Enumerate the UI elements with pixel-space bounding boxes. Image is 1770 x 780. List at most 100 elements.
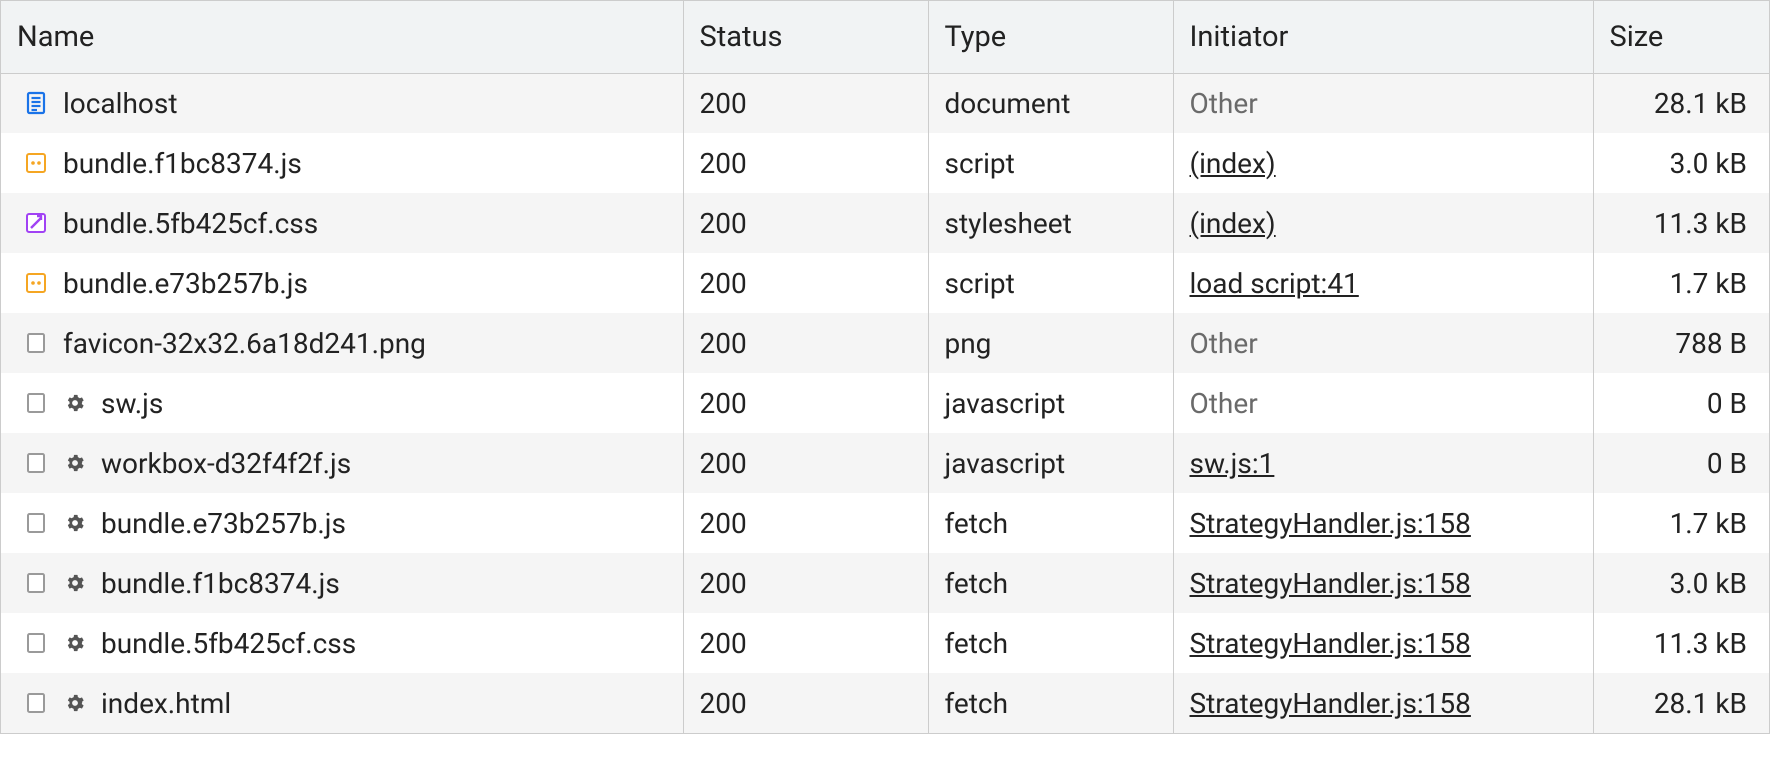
- cell-status: 200: [683, 673, 928, 733]
- table-row[interactable]: index.html200fetch StrategyHandler.js:158…: [1, 673, 1769, 733]
- cell-status: 200: [683, 373, 928, 433]
- generic-file-icon: [23, 330, 49, 356]
- generic-file-icon: [23, 570, 49, 596]
- table-row[interactable]: bundle.e73b257b.js 200fetch StrategyHandle…: [1, 493, 1769, 553]
- cell-initiator[interactable]: (index): [1173, 193, 1593, 253]
- initiator-link[interactable]: (index): [1190, 207, 1276, 240]
- table-row[interactable]: bundle.5fb425cf.css200fetchStrategyHandl…: [1, 613, 1769, 673]
- cell-initiator: Other: [1173, 73, 1593, 133]
- cell-name[interactable]: bundle.5fb425cf.css: [1, 613, 683, 673]
- initiator-link[interactable]: (index): [1190, 147, 1276, 180]
- cell-initiator[interactable]: load script:41: [1173, 253, 1593, 313]
- cell-initiator[interactable]: StrategyHandler.js:158: [1173, 673, 1593, 733]
- table-row[interactable]: workbox-d32f4f2f.js 200javascript sw.js:1 0…: [1, 433, 1769, 493]
- table-header-row: Name Status Type Initiator Size: [1, 1, 1769, 73]
- service-worker-gear-icon: [63, 573, 87, 593]
- cell-type: javascript: [928, 433, 1173, 493]
- cell-initiator[interactable]: sw.js:1: [1173, 433, 1593, 493]
- css-file-icon: [23, 210, 49, 236]
- request-name: bundle.e73b257b.js: [101, 507, 346, 540]
- cell-initiator[interactable]: StrategyHandler.js:158: [1173, 493, 1593, 553]
- cell-initiator[interactable]: StrategyHandler.js:158: [1173, 553, 1593, 613]
- cell-name[interactable]: localhost: [1, 73, 683, 133]
- table-row[interactable]: bundle.e73b257b.js 200script load script:4…: [1, 253, 1769, 313]
- column-header-size[interactable]: Size: [1593, 1, 1769, 73]
- request-name: bundle.5fb425cf.css: [63, 207, 318, 240]
- cell-name[interactable]: sw.js: [1, 373, 683, 433]
- cell-name[interactable]: bundle.e73b257b.js: [1, 253, 683, 313]
- cell-status: 200: [683, 73, 928, 133]
- column-header-type[interactable]: Type: [928, 1, 1173, 73]
- request-name: sw.js: [101, 387, 163, 420]
- cell-size: 1.7 kB: [1593, 253, 1769, 313]
- cell-type: fetch: [928, 493, 1173, 553]
- cell-type: fetch: [928, 553, 1173, 613]
- request-name: favicon-32x32.6a18d241.png: [63, 327, 426, 360]
- js-file-icon: [23, 150, 49, 176]
- cell-size: 0 B: [1593, 433, 1769, 493]
- service-worker-gear-icon: [63, 633, 87, 653]
- generic-file-icon: [23, 630, 49, 656]
- cell-name[interactable]: bundle.e73b257b.js: [1, 493, 683, 553]
- cell-status: 200: [683, 553, 928, 613]
- cell-status: 200: [683, 433, 928, 493]
- table-row[interactable]: bundle.f1bc8374.js 200script (index) 3.0 kB: [1, 133, 1769, 193]
- cell-status: 200: [683, 253, 928, 313]
- request-name: bundle.e73b257b.js: [63, 267, 308, 300]
- cell-name[interactable]: favicon-32x32.6a18d241.png: [1, 313, 683, 373]
- cell-size: 3.0 kB: [1593, 133, 1769, 193]
- table-row[interactable]: favicon-32x32.6a18d241.png200pngOther788…: [1, 313, 1769, 373]
- table-row[interactable]: sw.js 200javascript Other 0 B: [1, 373, 1769, 433]
- initiator-link[interactable]: StrategyHandler.js:158: [1190, 687, 1471, 720]
- column-header-initiator[interactable]: Initiator: [1173, 1, 1593, 73]
- initiator-text: Other: [1190, 387, 1258, 420]
- cell-initiator: Other: [1173, 373, 1593, 433]
- cell-status: 200: [683, 493, 928, 553]
- document-file-icon: [23, 90, 49, 116]
- cell-type: stylesheet: [928, 193, 1173, 253]
- cell-initiator[interactable]: (index): [1173, 133, 1593, 193]
- cell-type: fetch: [928, 673, 1173, 733]
- generic-file-icon: [23, 690, 49, 716]
- cell-name[interactable]: index.html: [1, 673, 683, 733]
- request-name: bundle.5fb425cf.css: [101, 627, 356, 660]
- network-table: Name Status Type Initiator Size localhos…: [1, 1, 1769, 733]
- request-name: localhost: [63, 87, 177, 120]
- table-row[interactable]: bundle.f1bc8374.js200fetch StrategyHandle…: [1, 553, 1769, 613]
- cell-name[interactable]: workbox-d32f4f2f.js: [1, 433, 683, 493]
- table-row[interactable]: bundle.5fb425cf.css200stylesheet(index)1…: [1, 193, 1769, 253]
- initiator-text: Other: [1190, 327, 1258, 360]
- table-row[interactable]: localhost 200document Other 28.1 kB: [1, 73, 1769, 133]
- cell-name[interactable]: bundle.5fb425cf.css: [1, 193, 683, 253]
- cell-initiator[interactable]: StrategyHandler.js:158: [1173, 613, 1593, 673]
- generic-file-icon: [23, 510, 49, 536]
- cell-size: 11.3 kB: [1593, 613, 1769, 673]
- column-header-name[interactable]: Name: [1, 1, 683, 73]
- initiator-link[interactable]: StrategyHandler.js:158: [1190, 507, 1471, 540]
- generic-file-icon: [23, 390, 49, 416]
- cell-size: 3.0 kB: [1593, 553, 1769, 613]
- service-worker-gear-icon: [63, 393, 87, 413]
- cell-status: 200: [683, 613, 928, 673]
- cell-type: document: [928, 73, 1173, 133]
- cell-size: 11.3 kB: [1593, 193, 1769, 253]
- cell-name[interactable]: bundle.f1bc8374.js: [1, 553, 683, 613]
- cell-size: 0 B: [1593, 373, 1769, 433]
- cell-type: script: [928, 253, 1173, 313]
- cell-type: script: [928, 133, 1173, 193]
- initiator-text: Other: [1190, 87, 1258, 120]
- request-name: bundle.f1bc8374.js: [63, 147, 302, 180]
- initiator-link[interactable]: StrategyHandler.js:158: [1190, 627, 1471, 660]
- service-worker-gear-icon: [63, 453, 87, 473]
- cell-type: javascript: [928, 373, 1173, 433]
- initiator-link[interactable]: sw.js:1: [1190, 447, 1275, 480]
- cell-size: 28.1 kB: [1593, 673, 1769, 733]
- column-header-status[interactable]: Status: [683, 1, 928, 73]
- request-name: workbox-d32f4f2f.js: [101, 447, 351, 480]
- cell-status: 200: [683, 133, 928, 193]
- cell-size: 28.1 kB: [1593, 73, 1769, 133]
- cell-name[interactable]: bundle.f1bc8374.js: [1, 133, 683, 193]
- generic-file-icon: [23, 450, 49, 476]
- initiator-link[interactable]: load script:41: [1190, 267, 1359, 300]
- initiator-link[interactable]: StrategyHandler.js:158: [1190, 567, 1471, 600]
